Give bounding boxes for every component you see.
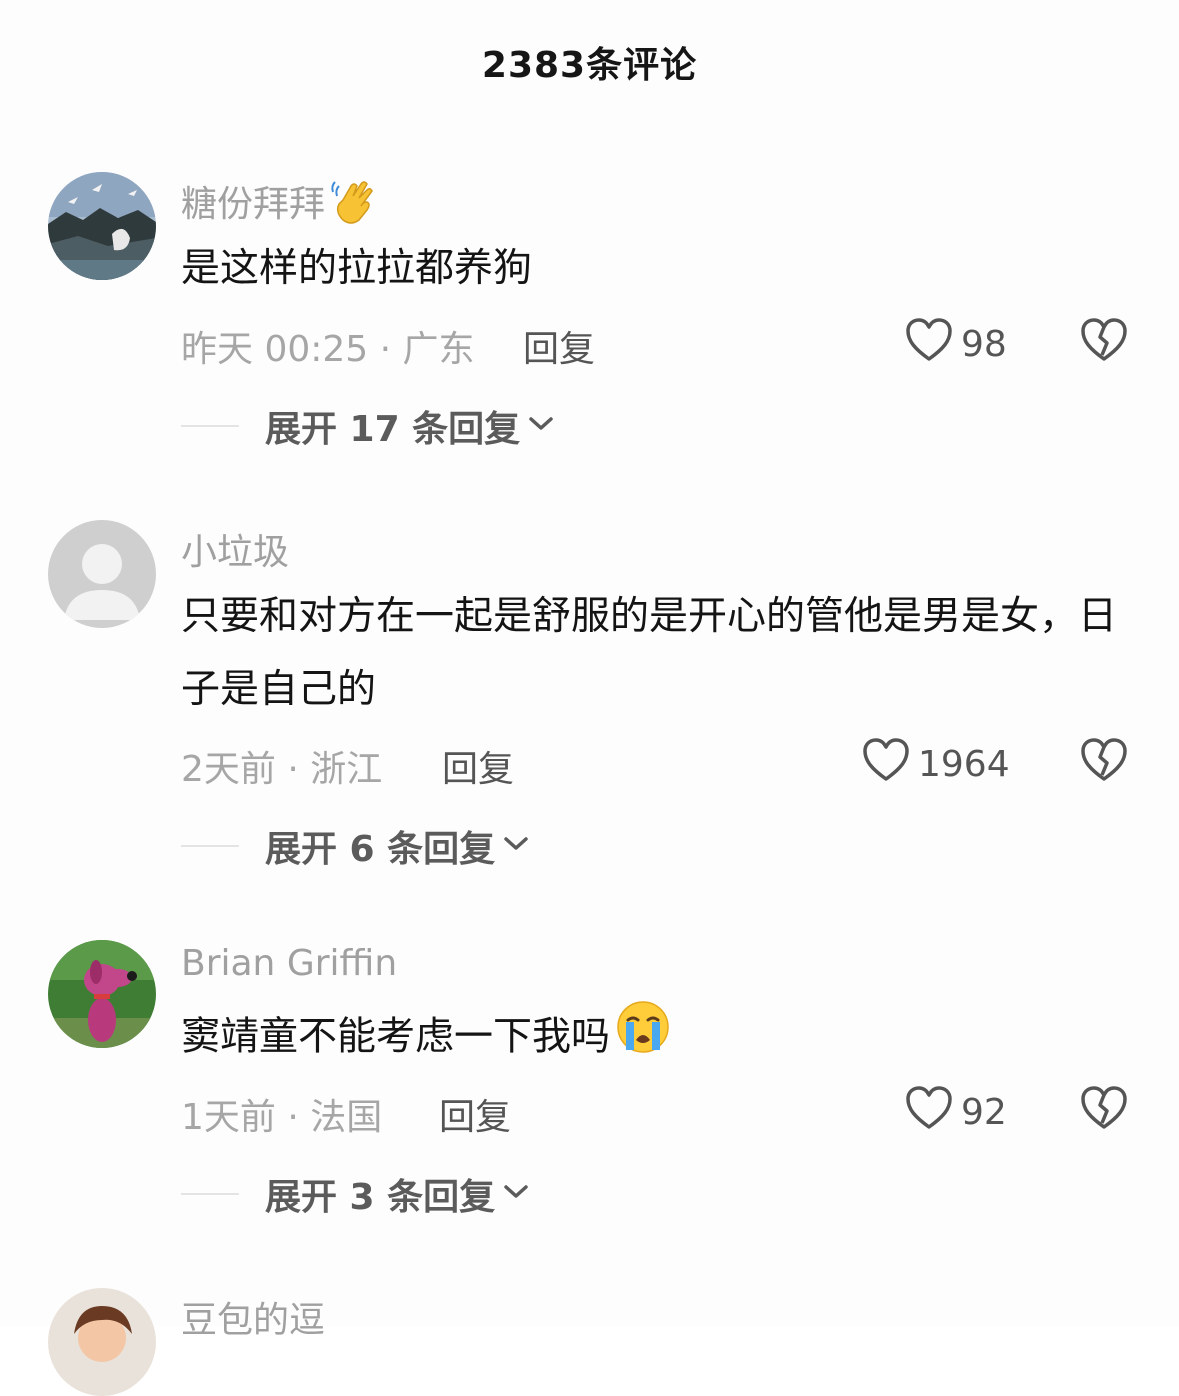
divider-line [181,1193,239,1195]
heart-outline-icon [862,737,910,792]
username[interactable]: 小垃圾 [181,523,289,575]
like-count: 92 [961,1092,1007,1133]
comment-count-title: 2383条评论 [481,45,698,86]
comment-text: 只要和对方在一起是舒服的是开心的管他是男是女，日子是自己的 [181,594,1118,712]
username[interactable]: 糖份拜拜 [181,175,377,235]
dislike-button[interactable] [1080,1085,1128,1135]
comment-sheet: 2383条评论 糖份拜拜 是这样的拉拉都养狗 昨天 00:25 · 广东 回复 … [0,0,1179,1396]
broken-heart-icon [1080,1086,1128,1135]
comment-meta: 2天前 · 浙江 [181,749,383,790]
like-button[interactable]: 1964 [862,737,1010,792]
avatar[interactable] [48,520,156,628]
username-text[interactable]: 糖份拜拜 [181,184,325,225]
reply-button[interactable]: 回复 [439,1088,511,1140]
username[interactable]: 豆包的逗 [181,1291,325,1343]
heart-outline-icon [905,1085,953,1140]
comment-text-content: 窦靖童不能考虑一下我吗 [181,1014,611,1060]
crying-face-emoji [614,1000,672,1078]
comment-meta: 1天前 · 法国 [181,1097,383,1138]
divider-line [181,425,239,427]
expand-replies-button[interactable]: 展开 6 条回复 [181,820,529,872]
chevron-down-icon [503,1183,529,1205]
reply-button[interactable]: 回复 [523,320,595,372]
broken-heart-icon [1080,318,1128,367]
expand-replies-button[interactable]: 展开 17 条回复 [181,400,554,452]
expand-replies-label[interactable]: 展开 3 条回复 [265,1168,495,1220]
like-button[interactable]: 98 [905,317,1007,372]
reply-button[interactable]: 回复 [442,740,514,792]
expand-replies-label[interactable]: 展开 17 条回复 [265,400,520,452]
like-button[interactable]: 92 [905,1085,1007,1140]
dislike-button[interactable] [1080,317,1128,367]
chevron-down-icon [503,835,529,857]
comment-text: 窦靖童不能考虑一下我吗 [181,1000,1131,1078]
comment-meta: 昨天 00:25 · 广东 [181,329,475,370]
waving-hand-emoji [329,178,377,235]
expand-replies-label[interactable]: 展开 6 条回复 [265,820,495,872]
comment-text: 是这样的拉拉都养狗 [181,246,533,291]
avatar[interactable] [48,172,156,280]
broken-heart-icon [1080,738,1128,787]
dislike-button[interactable] [1080,737,1128,787]
avatar[interactable] [48,940,156,1048]
like-count: 98 [961,324,1007,365]
like-count: 1964 [918,744,1010,785]
divider-line [181,845,239,847]
chevron-down-icon [528,415,554,437]
heart-outline-icon [905,317,953,372]
username[interactable]: Brian Griffin [181,943,397,984]
expand-replies-button[interactable]: 展开 3 条回复 [181,1168,529,1220]
avatar[interactable] [48,1288,156,1396]
